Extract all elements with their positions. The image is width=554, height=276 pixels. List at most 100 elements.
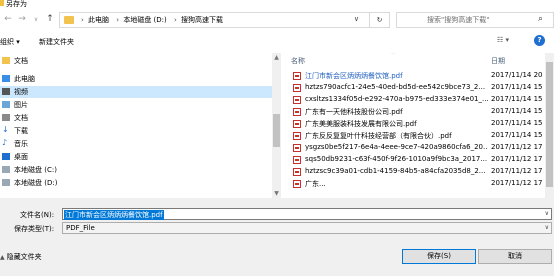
drive-icon [2, 179, 10, 186]
forward-arrow-icon[interactable]: → [16, 13, 28, 26]
nav-item-desktop[interactable]: 桌面 [0, 151, 272, 163]
file-row[interactable]: hztzsc9c39a01-cdb1-4159-84b5-a84cfa2035d… [281, 166, 554, 177]
file-name: 江门市新会区炳炳炳餐饮馆.pdf [305, 72, 403, 80]
nav-item-pictures[interactable]: 图片 [0, 99, 272, 111]
nav-item-label: 文档 [14, 57, 28, 65]
navigation-pane: 文档 此电脑 视频 图片 文档 ↓ 下载 ♪ 音乐 桌面 本地磁盘 (C:) 本… [0, 53, 280, 198]
pdf-file-icon [293, 120, 301, 128]
nav-item-label: 音乐 [14, 140, 28, 148]
cancel-button[interactable]: 取消 [478, 249, 552, 264]
hide-folders-label: 隐藏文件夹 [6, 253, 42, 261]
music-icon: ♪ [2, 138, 8, 147]
pdf-file-icon [293, 84, 301, 92]
address-bar: ← → ∨ ↑ › 此电脑 › 本地磁盘 (D:) › 搜狗高速下载 ∨ ↻ 搜… [0, 11, 554, 29]
chevron-down-icon: ∨ [544, 224, 549, 231]
desktop-icon [2, 153, 10, 160]
title-bar: 另存为 [0, 0, 554, 8]
pdf-file-icon [293, 72, 301, 80]
pdf-file-icon [293, 132, 301, 140]
pdf-file-icon [293, 108, 301, 116]
view-options-icon[interactable]: ☷ ▾ [497, 36, 509, 44]
file-name: sqs50db9231-c63f-450f-9f26-1010a9f9bc3a_… [305, 155, 488, 163]
file-row[interactable]: hztzs790acfc1-24e5-40ed-bd5d-ee542c9bce7… [281, 82, 554, 93]
new-folder-button[interactable]: 新建文件夹 [39, 37, 74, 47]
search-box[interactable]: 搜索"搜狗高速下载" ⌕ [396, 12, 554, 28]
picture-icon [2, 101, 10, 108]
drive-icon [2, 166, 10, 173]
file-name: 广东有一天他科技股份公司.pdf [305, 108, 403, 116]
filename-value: 江门市新会区炳炳炳餐饮馆.pdf [64, 210, 164, 220]
pdf-file-icon [293, 168, 301, 176]
scroll-down-icon[interactable]: ▼ [272, 189, 281, 198]
file-name: cxsltzs1334f05d-e292-470a-b975-ed333e374… [305, 95, 488, 103]
pdf-file-icon [293, 96, 301, 104]
file-row[interactable]: sqs50db9231-c63f-450f-9f26-1010a9f9bc3a_… [281, 154, 554, 165]
nav-item-this-pc[interactable]: 此电脑 [0, 73, 272, 85]
chevron-up-icon: ▲ [0, 254, 5, 261]
scroll-up-icon[interactable]: ▲ [272, 53, 281, 62]
document-icon [2, 114, 10, 121]
window-title: 另存为 [6, 0, 27, 8]
file-row[interactable]: 广东... 2017/11/12 17 [281, 178, 554, 189]
nav-item-videos[interactable]: 视频 [0, 86, 272, 98]
help-icon[interactable]: ? [534, 35, 545, 46]
file-list: ^ 名称 日期 江门市新会区炳炳炳餐饮馆.pdf 2017/11/14 20 h… [281, 53, 554, 198]
video-icon [2, 88, 10, 95]
file-row[interactable]: 广东美美服装科技发展有限公司.pdf 2017/11/14 15 [281, 118, 554, 129]
nav-item-documents[interactable]: 文档 [0, 55, 272, 67]
file-name: 广东... [305, 180, 326, 188]
nav-item-label: 桌面 [14, 153, 28, 161]
chevron-down-icon[interactable]: ∨ [354, 15, 359, 23]
file-row[interactable]: ysgzs0be5f217-6e4a-4eee-9ce7-420a9860cfa… [281, 142, 554, 153]
scroll-thumb[interactable] [546, 62, 553, 187]
address-field[interactable]: › 此电脑 › 本地磁盘 (D:) › 搜狗高速下载 ∨ ↻ [59, 12, 390, 28]
save-button[interactable]: 保存(S) [402, 249, 476, 264]
sort-indicator-icon: ^ [391, 53, 396, 58]
file-name: hztzsc9c39a01-cdb1-4159-84b5-a84cfa2035d… [305, 167, 486, 175]
nav-item-docs[interactable]: 文档 [0, 112, 272, 124]
filename-input[interactable]: 江门市新会区炳炳炳餐饮馆.pdf ∨ [62, 208, 552, 220]
file-list-scrollbar[interactable] [545, 53, 554, 198]
hide-folders-toggle[interactable]: ▲ 隐藏文件夹 [0, 252, 42, 262]
nav-item-music[interactable]: ♪ 音乐 [0, 138, 272, 150]
file-name: 广东反反复复叶什科技经营部（有限合伙）.pdf [305, 132, 452, 140]
download-icon: ↓ [2, 125, 9, 134]
filetype-label: 保存类型(T): [14, 225, 55, 233]
nav-item-label: 下载 [14, 127, 28, 135]
filetype-select[interactable]: PDF_File ∨ [62, 222, 552, 234]
up-arrow-icon[interactable]: ↑ [44, 13, 56, 26]
breadcrumb: › 此电脑 › 本地磁盘 (D:) › 搜狗高速下载 [81, 16, 224, 24]
filetype-value: PDF_File [66, 224, 95, 232]
back-arrow-icon[interactable]: ← [2, 13, 14, 26]
pdf-file-icon [293, 180, 301, 188]
file-name: ysgzs0be5f217-6e4a-4eee-9ce7-420a9860cfa… [305, 143, 488, 151]
breadcrumb-item[interactable]: 此电脑 [88, 16, 109, 24]
breadcrumb-item[interactable]: 搜狗高速下载 [181, 16, 223, 24]
recent-locations-icon[interactable]: ∨ [30, 13, 42, 26]
file-row[interactable]: cxsltzs1334f05d-e292-470a-b975-ed333e374… [281, 94, 554, 105]
nav-item-label: 本地磁盘 (D:) [14, 179, 58, 187]
file-row[interactable]: 广东有一天他科技股份公司.pdf 2017/11/14 15 [281, 106, 554, 117]
file-row[interactable]: 广东反反复复叶什科技经营部（有限合伙）.pdf 2017/11/14 15 [281, 130, 554, 141]
scroll-thumb[interactable] [273, 114, 280, 147]
refresh-icon[interactable]: ↻ [369, 13, 389, 27]
nav-item-label: 视频 [14, 88, 28, 96]
folder-icon [2, 57, 10, 64]
file-name: 广东美美服装科技发展有限公司.pdf [305, 120, 417, 128]
search-icon[interactable]: ⌕ [538, 14, 543, 24]
column-header-name[interactable]: 名称 [291, 56, 305, 66]
breadcrumb-item[interactable]: 本地磁盘 (D:) [123, 16, 166, 24]
pdf-file-icon [293, 144, 301, 152]
nav-item-label: 文档 [14, 114, 28, 122]
file-row[interactable]: 江门市新会区炳炳炳餐饮馆.pdf 2017/11/14 20 [281, 70, 554, 81]
computer-icon [2, 75, 10, 82]
search-placeholder: 搜索"搜狗高速下载" [427, 16, 490, 24]
nav-item-downloads[interactable]: ↓ 下载 [0, 125, 272, 137]
organize-button[interactable]: 组织 ▾ [0, 37, 20, 47]
nav-item-drive-c[interactable]: 本地磁盘 (C:) [0, 164, 272, 176]
nav-item-drive-d[interactable]: 本地磁盘 (D:) [0, 177, 272, 189]
nav-item-label: 图片 [14, 101, 28, 109]
nav-scrollbar[interactable]: ▲ ▼ [272, 53, 281, 198]
column-header-date[interactable]: 日期 [491, 56, 505, 66]
chevron-down-icon[interactable]: ∨ [545, 210, 549, 217]
